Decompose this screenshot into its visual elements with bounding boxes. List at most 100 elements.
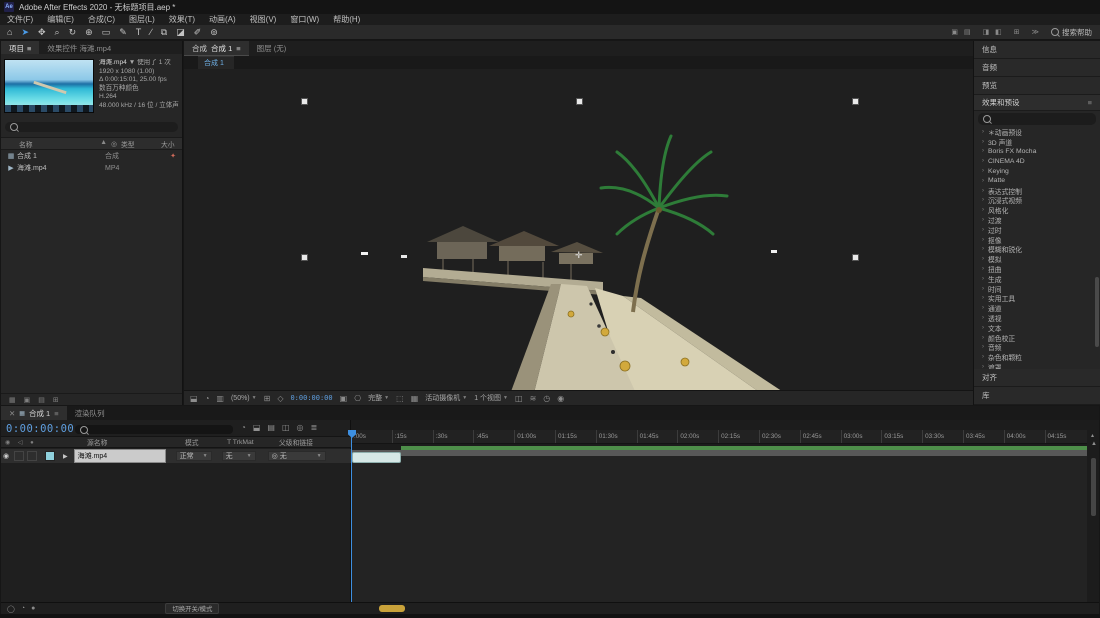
main-viewer-icon[interactable]: ◔ (205, 394, 210, 403)
project-column-headers[interactable]: 名称 ▲ ◎ 类型 大小 (1, 137, 182, 150)
selection-tool-icon[interactable]: ➤ (21, 25, 29, 39)
timeline-footer-icon[interactable]: ◔ (21, 605, 25, 613)
menu-item[interactable]: 编辑(E) (40, 14, 81, 25)
layer-name[interactable]: 海滩.mp4 (74, 449, 166, 463)
effects-scrollbar[interactable] (1095, 277, 1099, 347)
audio-toggle[interactable] (14, 451, 24, 461)
zoom-in-mountain-icon[interactable]: ▲ (1091, 441, 1097, 447)
effect-category[interactable]: › 扭曲 (974, 264, 1100, 274)
effect-category[interactable]: › 过渡 (974, 215, 1100, 225)
timeline-search-input[interactable] (75, 425, 233, 434)
footer-icon[interactable]: ⊞ (53, 396, 59, 404)
timeline-button-icon[interactable]: ◷ (543, 394, 550, 403)
type-tool-icon[interactable]: T (136, 25, 142, 39)
twirl-arrow-icon[interactable]: ▶ (63, 453, 68, 460)
panel-audio[interactable]: 音频 (974, 59, 1100, 77)
blend-mode-dropdown[interactable]: 正常▼ (176, 451, 212, 461)
home-icon[interactable]: ⌂ (7, 25, 12, 39)
zoom-tool-icon[interactable]: ⌕ (55, 25, 60, 39)
effect-category[interactable]: › 生成 (974, 274, 1100, 284)
effect-category[interactable]: › 过时 (974, 225, 1100, 235)
roto-brush-tool-icon[interactable]: ✐ (194, 25, 202, 39)
transparency-grid-icon[interactable]: ▦ (411, 394, 419, 403)
tab-composition[interactable]: 合成 合成 1 ≡ (184, 41, 249, 56)
parent-link-dropdown[interactable]: ◎无▼ (268, 451, 326, 461)
project-search-input[interactable] (5, 122, 178, 132)
solo-toggle[interactable] (27, 451, 37, 461)
orbit-camera-tool-icon[interactable]: ↻ (69, 25, 77, 39)
panel-effects-presets[interactable]: 效果和预设 ≡ (974, 95, 1100, 111)
menu-item[interactable]: 帮助(H) (326, 14, 367, 25)
tab-project[interactable]: 项目≡ (1, 41, 39, 54)
layer-row[interactable]: ◉ ▶ 海滩.mp4 正常▼ 无▼ ◎无▼ (1, 449, 351, 463)
effect-category[interactable]: › 透视 (974, 313, 1100, 323)
viewer-comp-tab[interactable]: 合成 1 (198, 56, 234, 69)
puppet-pin-tool-icon[interactable]: ⊚ (210, 25, 218, 39)
selection-handle[interactable] (852, 98, 859, 105)
footer-icon[interactable]: ▤ (38, 396, 45, 404)
effect-category[interactable]: › 模糊和锐化 (974, 245, 1100, 255)
effect-category[interactable]: › 文本 (974, 323, 1100, 333)
resolution-dropdown[interactable]: 完整▼ (368, 393, 389, 403)
effects-search-input[interactable] (978, 113, 1096, 125)
region-of-interest-icon[interactable]: ⬚ (396, 394, 404, 403)
magnification-dropdown[interactable]: (50%)▼ (231, 395, 257, 402)
effect-category[interactable]: › 抠像 (974, 235, 1100, 245)
work-area-bar[interactable] (352, 450, 1087, 456)
effect-category[interactable]: › 表达式控制 (974, 186, 1100, 196)
selection-handle[interactable] (301, 254, 308, 261)
panel-menu-icon[interactable]: ≡ (1088, 98, 1092, 107)
menu-item[interactable]: 效果(T) (162, 14, 202, 25)
menu-item[interactable]: 图层(L) (122, 14, 162, 25)
effect-category[interactable]: › Boris FX Mocha (974, 147, 1100, 157)
overflow-chevron-icon[interactable]: ≫ (1032, 28, 1041, 36)
snapshot-icon[interactable]: ▣ (340, 394, 348, 403)
effect-category[interactable]: › 遮罩 (974, 362, 1100, 369)
selection-handle[interactable] (576, 98, 583, 105)
menu-item[interactable]: 窗口(W) (283, 14, 326, 25)
help-search[interactable]: 搜索帮助 (1051, 27, 1092, 38)
effect-category[interactable]: › 模拟 (974, 254, 1100, 264)
menu-item[interactable]: 合成(C) (81, 14, 122, 25)
pen-tool-icon[interactable]: ✎ (119, 25, 127, 39)
show-snapshot-icon[interactable]: ⎔ (354, 394, 361, 403)
label-color-chip[interactable] (45, 451, 55, 461)
footer-icon[interactable]: ▦ (9, 396, 16, 404)
hand-tool-icon[interactable]: ✥ (38, 25, 46, 39)
exposure-icon[interactable]: ◉ (557, 394, 564, 403)
eraser-tool-icon[interactable]: ◪ (176, 25, 185, 39)
effect-category[interactable]: › Matte (974, 176, 1100, 186)
panel-libraries[interactable]: 库 (974, 387, 1100, 405)
layer-duration-bar[interactable] (352, 452, 401, 463)
pixel-aspect-icon[interactable]: ◫ (515, 394, 523, 403)
current-time-display[interactable]: 0:00:00:00 (6, 423, 74, 435)
effect-category[interactable]: › 沉浸式视频 (974, 196, 1100, 206)
composition-viewer[interactable]: ✛ (184, 69, 973, 390)
timeline-option-icon[interactable]: ⬓ (253, 423, 261, 432)
timeline-option-icon[interactable]: ≣ (311, 423, 318, 432)
panel-preview[interactable]: 预览 (974, 77, 1100, 95)
tab-timeline-comp[interactable]: ✕ ▦ 合成 1 ≡ (1, 406, 67, 420)
footage-thumbnail[interactable] (4, 59, 94, 113)
close-icon[interactable]: ✕ (9, 409, 15, 418)
shape-tool-icon[interactable]: ▭ (102, 25, 111, 39)
time-ruler[interactable]: :00s:15s:30s:45s01:00s01:15s01:30s01:45s… (351, 430, 1087, 444)
tab-effect-controls[interactable]: 效果控件 海滩.mp4 (39, 41, 119, 54)
track-area[interactable] (351, 456, 1087, 602)
effect-category[interactable]: › 实用工具 (974, 294, 1100, 304)
zoom-out-mountain-icon[interactable]: ▴ (1091, 432, 1097, 439)
grid-guides-icon[interactable]: ⊞ (264, 394, 271, 403)
effect-category[interactable]: › Keying (974, 166, 1100, 176)
viewer-timecode[interactable]: 0:00:00:00 (290, 394, 332, 402)
timeline-option-icon[interactable]: ◔ (241, 423, 246, 432)
view-layout-dropdown[interactable]: 1 个视图▼ (474, 393, 508, 403)
fast-previews-icon[interactable]: ≋ (530, 394, 537, 403)
menu-item[interactable]: 动画(A) (202, 14, 243, 25)
timeline-scrollbar[interactable] (1091, 458, 1096, 516)
rowfootage[interactable]: ▶ 海滩.mp4 MP4 (1, 162, 182, 174)
effect-category[interactable]: › 通道 (974, 303, 1100, 313)
timeline-footer-icon[interactable]: ◯ (7, 605, 15, 613)
effect-category[interactable]: › 风格化 (974, 205, 1100, 215)
effect-category[interactable]: › 音频 (974, 343, 1100, 353)
always-preview-icon[interactable]: ⬓ (190, 394, 198, 403)
